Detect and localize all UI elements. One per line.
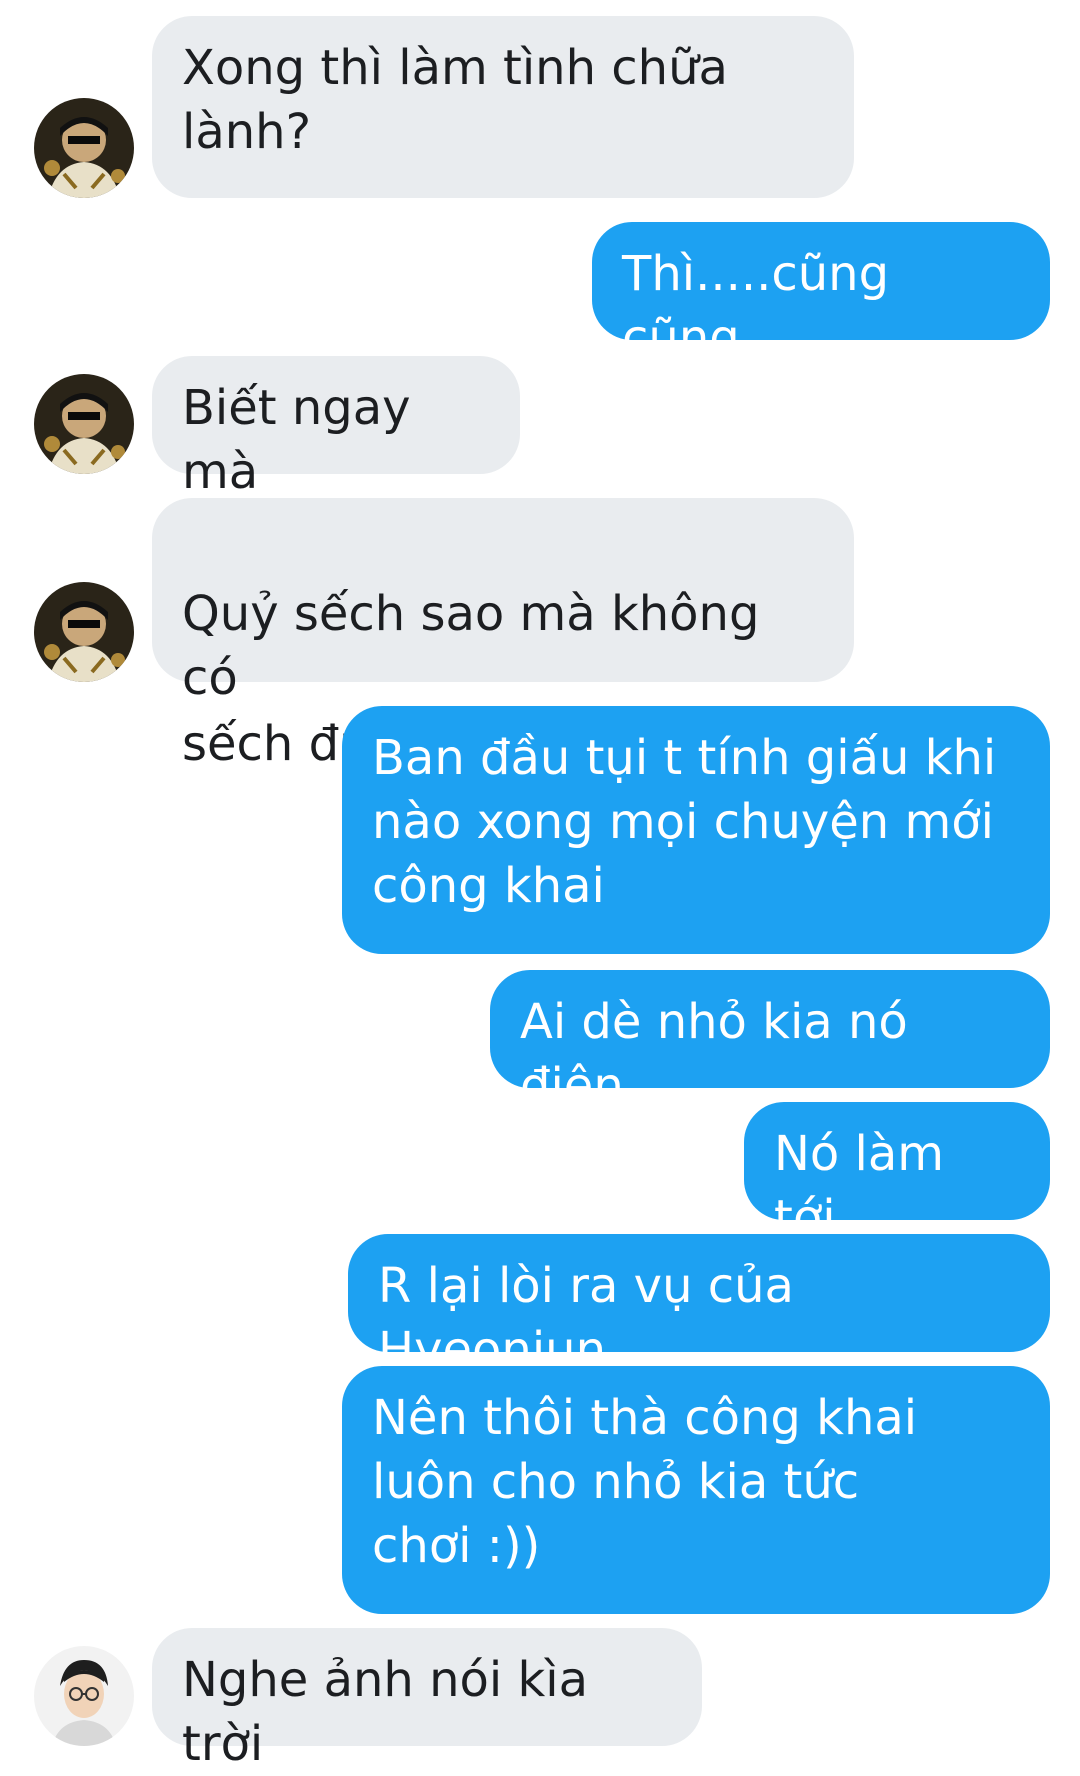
message-bubble-outgoing[interactable]: Ai dè nhỏ kia nó điên xyxy=(490,970,1050,1114)
message-bubble-incoming[interactable]: Quỷ sếch sao mà không có sếch được xyxy=(152,498,854,772)
contact-avatar[interactable] xyxy=(34,1646,134,1746)
contact-avatar[interactable] xyxy=(34,582,134,682)
message-bubble-incoming[interactable]: Xong thì làm tình chữa lành? xyxy=(152,16,854,198)
message-bubble-outgoing[interactable]: Nó làm tới xyxy=(744,1102,1050,1246)
chat-thread: Xong thì làm tình chữa lành? Thì.....cũn… xyxy=(0,0,1080,1772)
contact-avatar[interactable] xyxy=(34,98,134,198)
message-bubble-incoming[interactable]: Biết ngay mà xyxy=(152,356,520,500)
contact-avatar[interactable] xyxy=(34,374,134,474)
message-bubble-incoming[interactable]: Nghe ảnh nói kìa trời xyxy=(152,1628,702,1772)
message-bubble-outgoing[interactable]: Nên thôi thà công khai luôn cho nhỏ kia … xyxy=(342,1366,1050,1614)
message-bubble-outgoing[interactable]: R lại lòi ra vụ của Hyeonjun xyxy=(348,1234,1050,1378)
message-bubble-outgoing[interactable]: Thì.....cũng cũng xyxy=(592,222,1050,366)
message-bubble-outgoing[interactable]: Ban đầu tụi t tính giấu khi nào xong mọi… xyxy=(342,706,1050,954)
